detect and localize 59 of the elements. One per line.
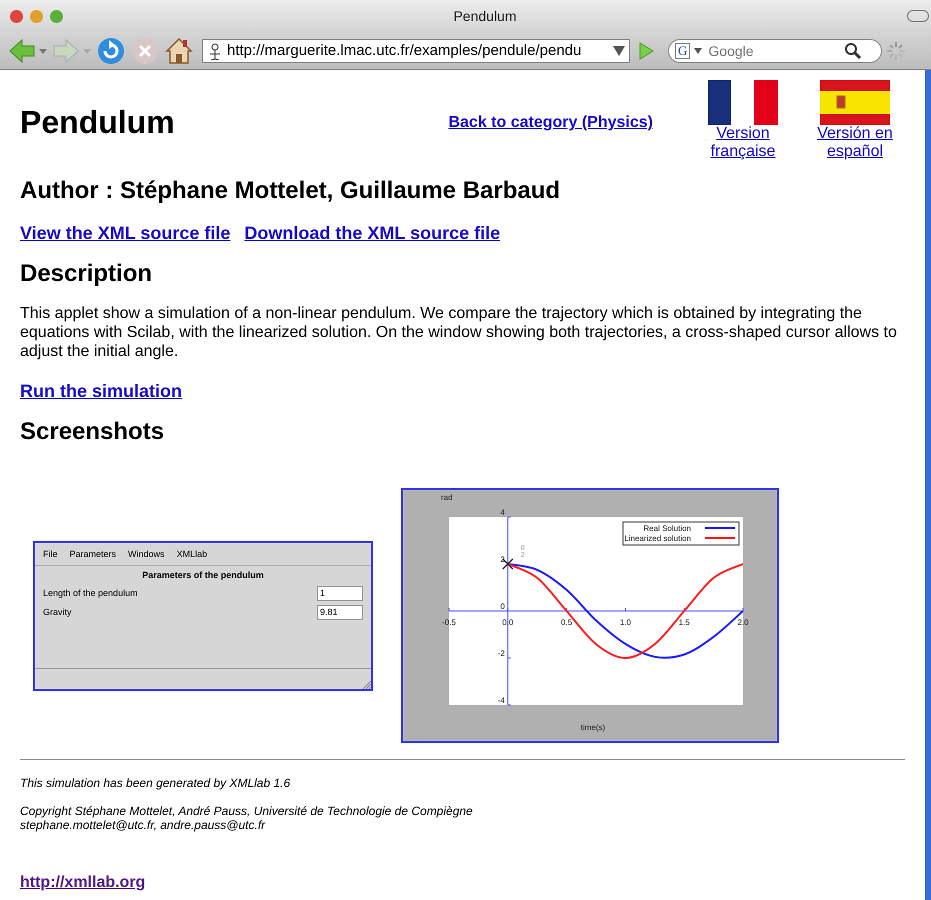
spanish-flag-icon[interactable]: [820, 80, 890, 125]
scrollbar[interactable]: [925, 70, 931, 900]
copyright-text: Copyright Stéphane Mottelet, André Pauss, Université de Technologie de Compiègne: [20, 804, 474, 818]
description-text: This applet show a simulation of a non-linear pendulum. We compare the trajectory which is obtained by integrating the equations with Scilab, with the linearized solution. On the window showing both trajectories, a cross-shaped cursor allows to adjust the initial angle.: [20, 304, 898, 361]
minimize-icon[interactable]: [30, 10, 43, 22]
close-icon[interactable]: [10, 10, 23, 22]
back-link[interactable]: Back to category (Physics): [448, 114, 653, 132]
x-tick-label: 2.0: [737, 618, 749, 627]
field-label: Length of the pendulum: [43, 588, 138, 598]
legend-label: Linearized solution: [624, 534, 691, 543]
home-icon[interactable]: [164, 36, 194, 66]
input-field[interactable]: 1: [317, 586, 363, 600]
address-field[interactable]: http://marguerite.lmac.utc.fr/examples/pendule/pendu: [202, 38, 630, 62]
input-field[interactable]: 9.81: [317, 604, 363, 620]
y-tick-label: -4: [498, 696, 505, 705]
x-tick-label: 1.0: [620, 618, 631, 627]
x-tick-label: 0.5: [561, 618, 572, 627]
author-heading: Author : Stéphane Mottelet, Guillaume Barbaud: [20, 177, 562, 205]
caret-icon[interactable]: [694, 48, 702, 54]
y-tick-label: 4: [500, 508, 505, 517]
x-axis-label: time(s): [580, 723, 606, 732]
loading-spinner-icon: [886, 40, 906, 60]
page-title: Pendulum: [20, 104, 175, 141]
menu-item[interactable]: Parameters: [70, 548, 116, 558]
section-heading: Description: [20, 260, 154, 288]
y-tick-label: 0: [500, 602, 505, 611]
source-file-link[interactable]: View the XML source file: [20, 223, 230, 244]
y-axis-label: rad: [441, 493, 453, 502]
menu-item[interactable]: Windows: [128, 548, 165, 558]
resize-grip-icon[interactable]: [361, 678, 371, 688]
x-tick-label: 1.5: [678, 618, 690, 627]
run-simulation-link[interactable]: Run the simulation: [20, 381, 182, 402]
source-file-link[interactable]: Download the XML source file: [244, 223, 500, 244]
contact-emails: stephane.mottelet@utc.fr, andre.pauss@utc.fr: [20, 818, 266, 832]
x-tick-label: -0.5: [442, 618, 456, 627]
panel-title: Parameters of the pendulum: [141, 570, 265, 580]
cross-cursor-icon[interactable]: [502, 558, 514, 570]
search-engine-logo: G: [675, 42, 690, 58]
menu-item[interactable]: File: [43, 548, 58, 558]
language-link[interactable]: Versión en español: [809, 125, 901, 161]
legend-label: Real Solution: [643, 524, 691, 533]
y-tick-label: 2: [500, 555, 505, 564]
window-title: Pendulum: [452, 8, 518, 24]
back-icon[interactable]: [8, 36, 48, 64]
search-icon[interactable]: [844, 42, 862, 60]
generator-note: This simulation has been generated by XMLlab 1.6: [20, 776, 292, 790]
reload-icon[interactable]: [96, 36, 126, 66]
zoom-icon[interactable]: [50, 10, 63, 22]
search-bar[interactable]: G Google: [668, 38, 882, 62]
language-link[interactable]: Version française: [697, 125, 789, 161]
french-flag-icon[interactable]: [708, 80, 778, 125]
dropdown-icon[interactable]: [613, 46, 625, 56]
field-label: Gravity: [43, 607, 72, 617]
toolbar-toggle-icon[interactable]: [907, 10, 929, 22]
section-heading: Screenshots: [20, 418, 166, 446]
site-link[interactable]: http://xmllab.org: [20, 874, 146, 892]
y-tick-label: -2: [498, 649, 505, 658]
menu-item[interactable]: XMLlab: [176, 548, 208, 558]
favicon-icon: [207, 42, 223, 60]
